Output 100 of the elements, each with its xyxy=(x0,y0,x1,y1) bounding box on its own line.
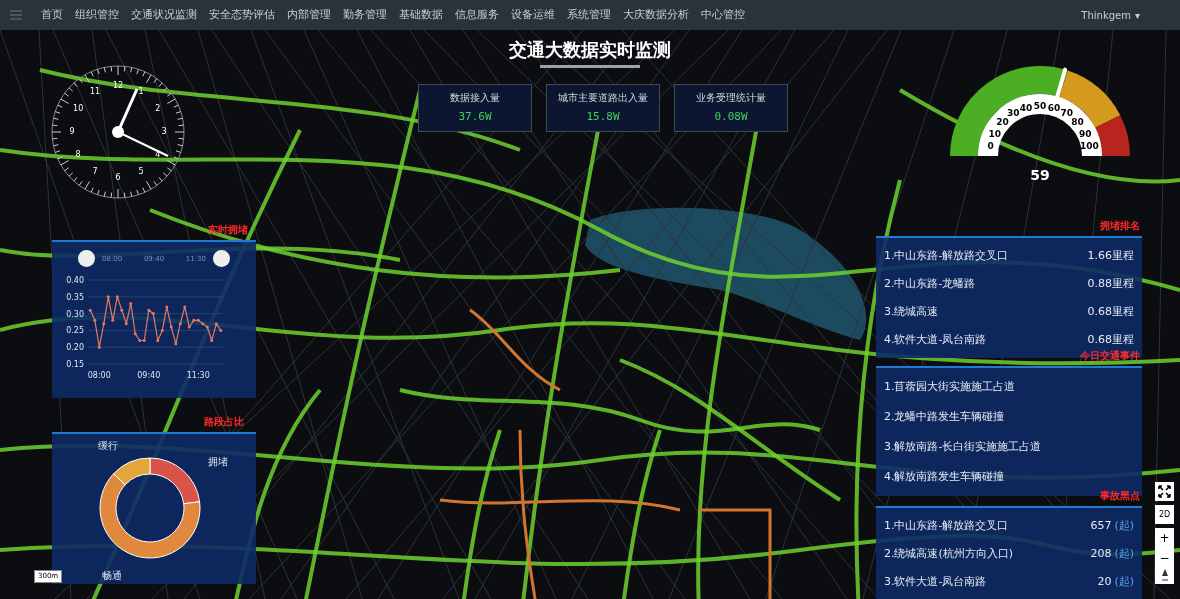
compass-icon[interactable] xyxy=(1160,568,1169,582)
ranking-road: 4.软件大道-凤台南路 xyxy=(884,331,987,348)
zoom-in-button[interactable]: + xyxy=(1159,528,1170,548)
stat-value: 37.6W xyxy=(458,109,492,126)
accident-count: 20 xyxy=(1097,573,1112,590)
clock-number: 11 xyxy=(89,88,101,97)
data-point xyxy=(187,325,191,329)
panel-title: 路段占比 xyxy=(204,416,244,427)
nav-item[interactable]: 设备运维 xyxy=(506,0,560,30)
data-point xyxy=(93,318,97,322)
page-title: 交通大数据实时监测 xyxy=(509,38,671,62)
data-point xyxy=(169,325,173,329)
fullscreen-button[interactable] xyxy=(1155,482,1174,501)
brush-handle[interactable] xyxy=(213,250,230,267)
clock-number: 10 xyxy=(73,105,84,113)
stat-label: 数据接入量 xyxy=(450,91,500,106)
panel-title: 拥堵排名 xyxy=(1100,220,1140,231)
data-point xyxy=(133,332,137,336)
data-point xyxy=(219,328,223,332)
data-point xyxy=(111,318,115,322)
nav-item[interactable]: 组织管控 xyxy=(70,0,124,30)
y-tick-label: 0.30 xyxy=(66,309,84,319)
x-tick-label: 08:00 xyxy=(87,371,111,380)
data-point xyxy=(129,302,133,305)
blackspot-road: 3.软件大道-凤台南路 xyxy=(884,573,987,590)
ranking-distance: 0.68里程 xyxy=(1087,303,1134,320)
event-text: 4.解放南路发生车辆碰撞 xyxy=(884,468,1005,485)
ranking-distance: 0.68里程 xyxy=(1087,331,1134,348)
x-tick-label: 11:30 xyxy=(186,371,210,380)
nav-item[interactable]: 大庆数据分析 xyxy=(618,0,694,30)
ranking-road: 1.中山东路-解放路交叉口 xyxy=(884,247,1009,264)
count-unit: (起) xyxy=(1114,545,1134,562)
clock-number: 1 xyxy=(138,88,144,97)
data-point xyxy=(183,305,187,309)
data-point xyxy=(214,322,218,326)
count-unit: (起) xyxy=(1114,517,1134,534)
blackspot-road: 2.绕城高速(杭州方向入口) xyxy=(884,545,1014,562)
data-point xyxy=(97,345,101,349)
donut-label: 拥堵 xyxy=(208,455,228,469)
stat-label: 业务受理统计量 xyxy=(696,91,766,106)
gauge-tick-label: 60 xyxy=(1047,103,1061,113)
gauge-tick-label: 30 xyxy=(1006,108,1020,118)
panel-title: 事故黑点 xyxy=(1100,490,1140,501)
gauge-tick-label: 50 xyxy=(1033,101,1047,111)
event-text: 3.解放南路-长白街实施施工占道 xyxy=(884,438,1042,455)
data-point xyxy=(106,295,110,299)
clock-number: 6 xyxy=(115,174,121,182)
clock-number: 12 xyxy=(112,82,124,90)
nav-item[interactable]: 交通状况监测 xyxy=(126,0,202,30)
donut-label: 畅通 xyxy=(102,569,122,583)
data-point xyxy=(210,339,214,342)
zoom-out-button[interactable]: − xyxy=(1159,548,1170,568)
nav-item[interactable]: 信息服务 xyxy=(450,0,504,30)
accident-count: 657 xyxy=(1090,517,1112,534)
gauge-tick-label: 40 xyxy=(1019,103,1033,113)
ranking-road: 3.绕城高速 xyxy=(884,303,939,320)
nav-item[interactable]: 内部管理 xyxy=(282,0,336,30)
user-menu[interactable]: Thinkgem ▾ xyxy=(1081,7,1140,23)
data-point xyxy=(102,322,106,326)
blackspot-road: 1.中山东路-解放路交叉口 xyxy=(884,517,1009,534)
gauge-tick-label: 90 xyxy=(1078,129,1092,139)
count-unit: (起) xyxy=(1114,573,1134,590)
data-point xyxy=(88,308,92,312)
data-point xyxy=(120,308,124,312)
data-point xyxy=(165,305,169,309)
nav-item[interactable]: 勤务管理 xyxy=(338,0,392,30)
y-tick-label: 0.20 xyxy=(66,343,84,353)
y-tick-label: 0.35 xyxy=(66,292,84,302)
clock-number: 7 xyxy=(92,167,98,176)
data-point xyxy=(115,295,119,299)
stat-value: 15.8W xyxy=(586,109,620,126)
nav-item[interactable]: 安全态势评估 xyxy=(204,0,280,30)
ranking-distance: 0.88里程 xyxy=(1087,275,1134,292)
clock-number: 5 xyxy=(138,167,144,176)
nav-item[interactable]: 基础数据 xyxy=(394,0,448,30)
y-tick-label: 0.25 xyxy=(66,326,84,336)
clock-number: 8 xyxy=(75,151,81,159)
brush-handle[interactable] xyxy=(78,250,95,267)
panel-title: 今日交通事件 xyxy=(1080,350,1140,361)
fullscreen-icon xyxy=(1158,485,1171,498)
clock-number: 2 xyxy=(155,105,161,113)
data-point xyxy=(160,328,164,332)
nav-item[interactable]: 系统管理 xyxy=(562,0,616,30)
x-tick-label: 09:40 xyxy=(137,371,161,380)
ranking-road: 2.中山东路-龙蟠路 xyxy=(884,275,976,292)
donut-label: 缓行 xyxy=(98,439,118,453)
gauge-tick-label: 10 xyxy=(988,129,1001,139)
clock-number: 3 xyxy=(161,128,167,136)
nav-item[interactable]: 中心管控 xyxy=(696,0,750,30)
gauge-tick-label: 20 xyxy=(996,117,1009,127)
view-mode-button[interactable]: 2D xyxy=(1155,505,1174,524)
data-point xyxy=(124,322,128,326)
data-point xyxy=(174,342,178,346)
ranking-distance: 1.66里程 xyxy=(1087,247,1134,264)
data-point xyxy=(178,322,182,326)
clock-hands-icon xyxy=(112,88,169,157)
nav-item[interactable]: 首页 xyxy=(36,0,68,30)
data-point xyxy=(156,339,160,342)
y-tick-label: 0.15 xyxy=(66,360,84,369)
event-text: 1.苜蓿园大街实施施工占道 xyxy=(884,378,1016,395)
